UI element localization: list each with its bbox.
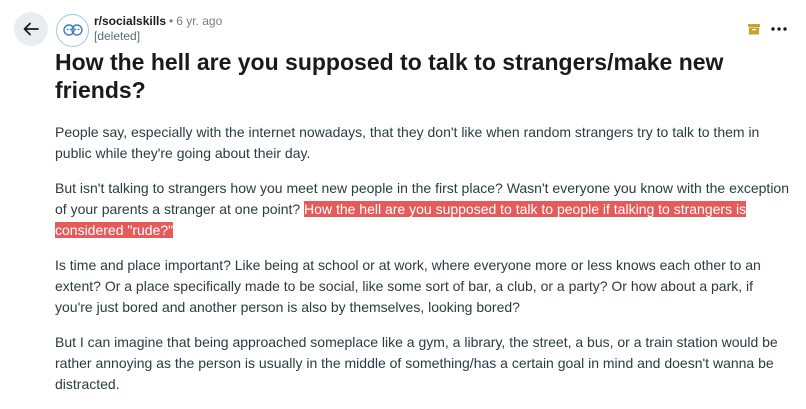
back-button[interactable] [14,12,48,46]
post-paragraph-1: People say, especially with the internet… [55,124,760,161]
post-body: People say, especially with the internet… [55,122,790,409]
archive-box-icon[interactable] [747,22,761,36]
post-paragraph-3: Is time and place important? Like being … [55,257,761,315]
post-title: How the hell are you supposed to talk to… [55,49,724,103]
arrow-left-icon [23,22,39,36]
post-age: 6 yr. ago [176,14,223,28]
post-meta: r/socialskills • 6 yr. ago [deleted] [94,14,222,44]
ellipsis-horizontal-icon[interactable] [769,22,789,36]
post-author: [deleted] [94,29,141,43]
post-paragraph-4: But I can imagine that being approached … [55,334,778,392]
post-paragraph-2: But isn't talking to strangers how you m… [55,178,790,241]
meta-separator: • [169,14,174,28]
subreddit-link[interactable]: r/socialskills [94,14,166,28]
subreddit-avatar-icon[interactable] [56,14,89,47]
